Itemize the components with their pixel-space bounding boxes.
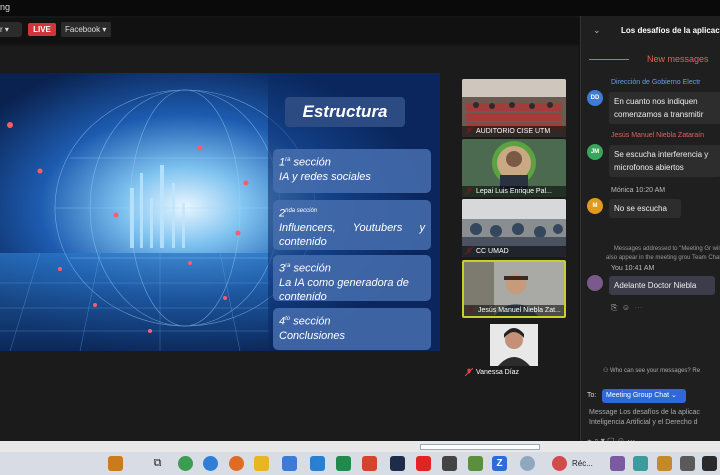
who-can-see-label: Who can see your messages? Re <box>610 368 701 374</box>
app-icon[interactable] <box>680 456 695 471</box>
task-view-icon[interactable]: ⧉ <box>150 456 165 471</box>
chat-notice: Messages addressed to "Meeting Gr will a… <box>606 246 720 261</box>
avatar: DD <box>587 90 603 106</box>
slide-section-4: 4to sección Conclusiones <box>273 308 431 350</box>
zoom-icon[interactable]: Z <box>492 456 507 471</box>
chat-panel: ⌄ Los desafíos de la aplicaci New messag… <box>580 16 720 445</box>
section-text: La IA como generadora de contenido <box>279 276 409 303</box>
active-taskbar-item[interactable]: Réc... <box>572 459 593 468</box>
app-icon[interactable] <box>610 456 625 471</box>
powerpoint-icon[interactable] <box>362 456 377 471</box>
app-icon[interactable] <box>520 456 535 471</box>
app-icon[interactable] <box>468 456 483 471</box>
recipient-label: Meeting Group Chat <box>606 392 670 399</box>
message-line: No se escucha <box>614 204 667 213</box>
photoshop-icon[interactable] <box>390 456 405 471</box>
participant-name: Vanessa Díaz <box>476 369 520 376</box>
emoji-icon[interactable]: ☺ <box>622 303 630 312</box>
firefox-icon[interactable] <box>229 456 244 471</box>
message-line: Adelante Doctor Niebla <box>614 281 697 290</box>
message-line: En cuanto nos indiquen <box>614 97 698 106</box>
app-icon[interactable] <box>702 456 717 471</box>
participant-name: Jesús Manuel Niebla Zat... <box>464 305 564 316</box>
word-icon[interactable] <box>310 456 325 471</box>
window-title: ng <box>0 2 11 12</box>
reply-icon[interactable]: ⎘ <box>611 303 617 312</box>
section-word: sección <box>290 156 331 169</box>
message-line: comenzamos a transmitir <box>614 110 704 119</box>
avatar <box>587 275 603 291</box>
to-label: To: <box>587 392 597 399</box>
app-icon[interactable] <box>657 456 672 471</box>
slide-section-2: 2nda sección Influencers, Youtubers y co… <box>273 200 431 250</box>
title-bar: ng <box>0 0 720 16</box>
zoom-meeting-window: ng r ▾ LIVE Facebook ▾ Estructura 1ra se… <box>0 0 720 475</box>
message-input-line: Message Los desafíos de la aplicac <box>589 409 700 416</box>
edge-icon[interactable] <box>203 456 218 471</box>
own-message-bubble[interactable]: Adelante Doctor Niebla <box>609 276 715 295</box>
youtube-icon[interactable] <box>416 456 431 471</box>
message-input[interactable]: Message Los desafíos de la aplicac Intel… <box>589 408 720 428</box>
recipient-select[interactable]: Meeting Group Chat ⌄ <box>602 389 686 403</box>
message-input-line: Inteligencia Artificial y el Derecho d <box>589 419 698 426</box>
section-text: IA y redes sociales <box>279 170 371 183</box>
new-messages-label: New messages <box>647 54 709 64</box>
streaming-platform-select[interactable]: Facebook ▾ <box>61 22 111 37</box>
message-line: microfonos abiertos <box>614 163 684 172</box>
folder-icon[interactable] <box>254 456 269 471</box>
live-badge[interactable]: LIVE <box>28 23 56 36</box>
avatar: JM <box>587 144 603 160</box>
chevron-down-icon: ▾ <box>102 25 107 34</box>
participant-name: CC UMAD <box>462 246 566 257</box>
section-ordinal: nda sección <box>285 208 318 214</box>
message-sender: Dirección de Gobierno Electr <box>611 79 701 86</box>
own-message-meta: You 10:41 AM <box>611 265 655 272</box>
background-window-strip <box>0 441 720 452</box>
background-window-field <box>420 444 540 450</box>
participant-tile-active-speaker[interactable]: Jesús Manuel Niebla Zat... <box>462 260 566 318</box>
toolbar-dropdown-label: r <box>0 25 3 34</box>
message-sender: Mónica 10:20 AM <box>611 187 666 194</box>
message-bubble[interactable]: En cuanto nos indiquen comenzamos a tran… <box>609 92 720 124</box>
mail-icon[interactable] <box>282 456 297 471</box>
section-word: sección <box>290 315 331 328</box>
chevron-down-icon: ▾ <box>4 25 9 34</box>
chat-title: Los desafíos de la aplicaci <box>621 26 720 35</box>
slide-section-1: 1ra sección IA y redes sociales <box>273 149 431 193</box>
message-line: Se escucha interferencia y <box>614 150 709 159</box>
briefcase-icon[interactable] <box>108 456 123 471</box>
message-visibility-info[interactable]: ⚇ Who can see your messages? Re <box>603 367 720 374</box>
message-bubble[interactable]: Se escucha interferencia y microfonos ab… <box>609 145 720 177</box>
streaming-platform-label: Facebook <box>65 25 101 34</box>
new-messages-divider <box>589 59 629 60</box>
participant-tile[interactable]: Lepai Luis Enrique Pal... <box>462 139 566 197</box>
participant-name: AUDITORIO CISE UTM <box>462 126 566 137</box>
recorder-icon[interactable] <box>552 456 567 471</box>
more-icon[interactable]: ⋯ <box>634 303 642 312</box>
chevron-down-icon: ⌄ <box>671 392 677 399</box>
message-sender: Jesús Manuel Niebla Zataraín <box>611 132 704 139</box>
chevron-down-icon[interactable]: ⌄ <box>593 25 601 36</box>
participant-tile[interactable]: AUDITORIO CISE UTM <box>462 79 566 137</box>
people-icon: ⚇ <box>603 368 611 374</box>
avatar: M <box>587 198 603 214</box>
chrome-icon[interactable] <box>178 456 193 471</box>
toolbar-dropdown[interactable]: r ▾ <box>0 22 22 37</box>
slide-section-3: 3ra sección La IA como generadora de con… <box>273 255 431 303</box>
participant-tile[interactable]: Vanessa Díaz <box>462 320 566 378</box>
section-text: Influencers, Youtubers y contenido <box>279 221 425 248</box>
reaction-icons[interactable]: ⎘ ☺ ⋯ <box>611 303 642 313</box>
excel-icon[interactable] <box>336 456 351 471</box>
section-word: sección <box>290 262 331 275</box>
participant-name: Lepai Luis Enrique Pal... <box>462 186 566 197</box>
message-bubble[interactable]: No se escucha <box>609 199 681 218</box>
app-icon[interactable] <box>633 456 648 471</box>
slide-title: Estructura <box>285 97 405 127</box>
section-text: Conclusiones <box>279 329 346 342</box>
participant-tile[interactable]: CC UMAD <box>462 199 566 257</box>
app-icon[interactable] <box>442 456 457 471</box>
